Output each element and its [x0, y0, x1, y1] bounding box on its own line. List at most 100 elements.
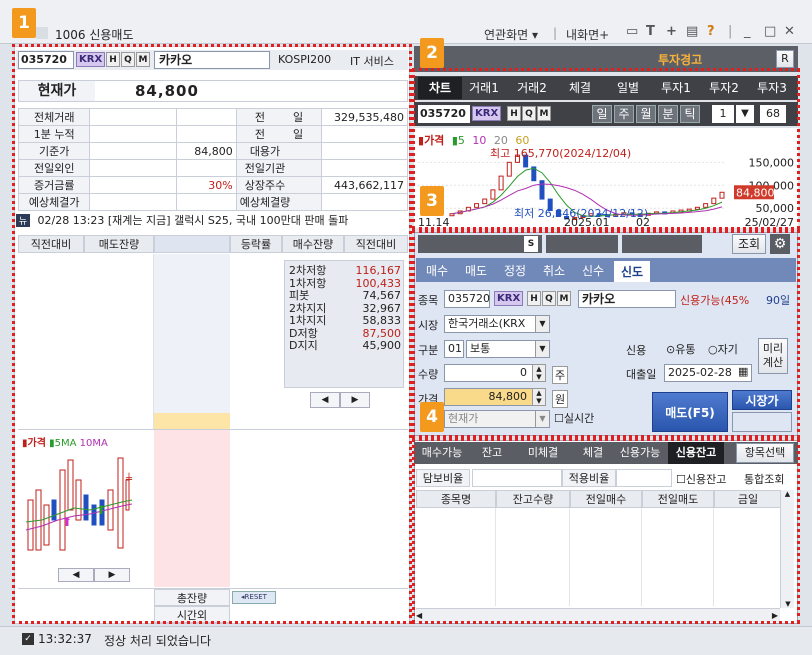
pivot-scroll-right[interactable]: ▶	[340, 392, 370, 408]
minimize-icon[interactable]: _	[744, 24, 751, 39]
balance-tab[interactable]: 신용잔고	[668, 442, 724, 464]
news-headline[interactable]: 02/28 13:23 [재계는 지금] 갤럭시 S25, 국내 100만대 판…	[38, 214, 349, 227]
consolidated-lookup[interactable]: 통합조회	[744, 471, 784, 487]
my-screen-button[interactable]: 내화면+	[566, 26, 609, 43]
order-price-input[interactable]: 84,800	[444, 388, 546, 406]
balance-vscroll[interactable]: ▲ ▼	[780, 490, 794, 608]
order-tab[interactable]: 신도	[613, 260, 651, 282]
market-select[interactable]: 한국거래소(KRX ▼	[444, 315, 550, 333]
period-button[interactable]: 일	[592, 105, 612, 123]
pivot-scroll-left[interactable]: ◀	[310, 392, 340, 408]
market-krx-badge[interactable]: KRX	[76, 52, 106, 67]
print-icon[interactable]: ▤	[686, 24, 698, 39]
chevron-down-icon[interactable]: ▼	[535, 341, 549, 357]
chart-code[interactable]: 035720	[418, 105, 470, 123]
market-price-button[interactable]: 시장가	[732, 390, 792, 410]
checkbox-icon: ☐	[676, 473, 686, 486]
settings-gear-icon[interactable]: ⚙	[770, 234, 790, 254]
chart-tab[interactable]: 투자2	[702, 77, 746, 99]
orderbook-header	[154, 235, 230, 253]
chart-menu-button[interactable]: M	[537, 106, 551, 121]
separator: |	[728, 24, 733, 39]
search-icon[interactable]: Q	[121, 52, 135, 67]
text-icon[interactable]: T	[646, 24, 655, 39]
count-total[interactable]: 68	[760, 105, 786, 123]
info-value	[89, 176, 178, 194]
menu-button[interactable]: M	[136, 52, 150, 67]
period-button[interactable]: 주	[614, 105, 634, 123]
order-tab[interactable]: 신수	[574, 260, 612, 282]
radio-jagi[interactable]: ○자기	[708, 341, 738, 357]
price-type-select[interactable]: 현재가 ▼	[444, 410, 550, 428]
help-icon[interactable]: ?	[707, 24, 715, 39]
maximize-icon[interactable]: □	[764, 24, 776, 39]
order-tab[interactable]: 정정	[496, 260, 534, 282]
chart-tab[interactable]: 거래2	[510, 77, 554, 99]
qty-input[interactable]: 0	[444, 364, 546, 382]
radio-yutong[interactable]: ⊙유통	[666, 341, 695, 357]
order-search-icon[interactable]: Q	[542, 291, 556, 306]
stock-name-field[interactable]: 카카오	[154, 51, 270, 69]
type-code[interactable]: 01	[444, 340, 464, 358]
applied-ratio-value[interactable]	[616, 469, 672, 487]
close-icon[interactable]: ✕	[784, 24, 795, 39]
chart-tab[interactable]: 투자3	[750, 77, 794, 99]
pivot-row: 1차지지 58,833	[289, 315, 401, 327]
balance-tab[interactable]: 신용가능	[614, 442, 666, 464]
applied-ratio-label: 적용비율	[562, 469, 616, 487]
plus-icon[interactable]: +	[666, 24, 677, 39]
mini-chart-scroll-left[interactable]: ◀	[58, 568, 94, 582]
chart-search-icon[interactable]: Q	[522, 106, 536, 121]
count-field[interactable]: 1	[712, 105, 734, 123]
realtime-checkbox[interactable]: ☐실시간	[554, 410, 594, 426]
balance-hscroll[interactable]: ◀ ▶	[416, 608, 780, 622]
order-tab[interactable]: 취소	[535, 260, 573, 282]
account-select[interactable]: S	[418, 235, 542, 253]
chart-tab[interactable]: 일별	[606, 77, 650, 99]
balance-tab[interactable]: 잔고	[472, 442, 512, 464]
chart-tab[interactable]: 체결	[558, 77, 602, 99]
investment-warning: 투자경고	[658, 53, 703, 67]
news-bar[interactable]: 뉴 02/28 13:23 [재계는 지금] 갤럭시 S25, 국내 100만대…	[16, 212, 408, 230]
period-button[interactable]: 월	[636, 105, 656, 123]
period-button[interactable]: 분	[658, 105, 678, 123]
chart-tab[interactable]: 투자1	[654, 77, 698, 99]
sell-button[interactable]: 매도(F5)	[652, 392, 728, 432]
order-menu-button[interactable]: M	[557, 291, 571, 306]
balance-tab[interactable]: 미체결	[514, 442, 572, 464]
period-button[interactable]: 틱	[680, 105, 700, 123]
order-tab[interactable]: 매수	[418, 260, 456, 282]
chart-history-button[interactable]: H	[507, 106, 521, 121]
credit-only-checkbox[interactable]: ☐신용잔고	[676, 471, 726, 487]
account-password-field[interactable]	[622, 235, 702, 253]
history-button[interactable]: H	[106, 52, 120, 67]
collateral-value[interactable]	[472, 469, 562, 487]
lookup-button[interactable]: 조회	[732, 234, 766, 254]
price-spinner[interactable]: ▲ ▼	[532, 388, 546, 406]
chart-tab[interactable]: 거래1	[462, 77, 506, 99]
balance-tab[interactable]: 매수가능	[414, 442, 470, 464]
calendar-icon[interactable]: ▦	[738, 365, 748, 378]
chart-tab[interactable]: 차트	[418, 77, 462, 99]
pre-calc-button[interactable]: 미리계산	[758, 338, 788, 374]
order-market-badge[interactable]: KRX	[494, 291, 524, 306]
count-down-icon[interactable]: ▼	[736, 105, 754, 123]
refresh-button[interactable]: R	[776, 50, 794, 68]
monitor-icon[interactable]: ▭	[626, 24, 638, 39]
order-stock-name[interactable]: 카카오	[578, 290, 676, 308]
balance-tab[interactable]: 체결	[574, 442, 612, 464]
chart-market-badge[interactable]: KRX	[472, 106, 502, 121]
qty-spinner[interactable]: ▲ ▼	[532, 364, 546, 382]
order-tab[interactable]: 매도	[457, 260, 495, 282]
chevron-down-icon[interactable]: ▼	[535, 411, 549, 427]
order-history-button[interactable]: H	[527, 291, 541, 306]
related-screen-button[interactable]: 연관화면 ▾	[484, 26, 538, 43]
type-select[interactable]: 보통 ▼	[466, 340, 550, 358]
column-select-button[interactable]: 항목선택	[736, 443, 794, 463]
chevron-down-icon[interactable]: ▼	[535, 316, 549, 332]
mini-chart-scroll-right[interactable]: ▶	[94, 568, 130, 582]
orderbook-price-column	[154, 254, 230, 414]
reset-button[interactable]: ◂RESET	[232, 591, 276, 604]
stock-code-input[interactable]: 035720	[18, 51, 74, 69]
order-code-input[interactable]: 035720	[444, 290, 490, 308]
